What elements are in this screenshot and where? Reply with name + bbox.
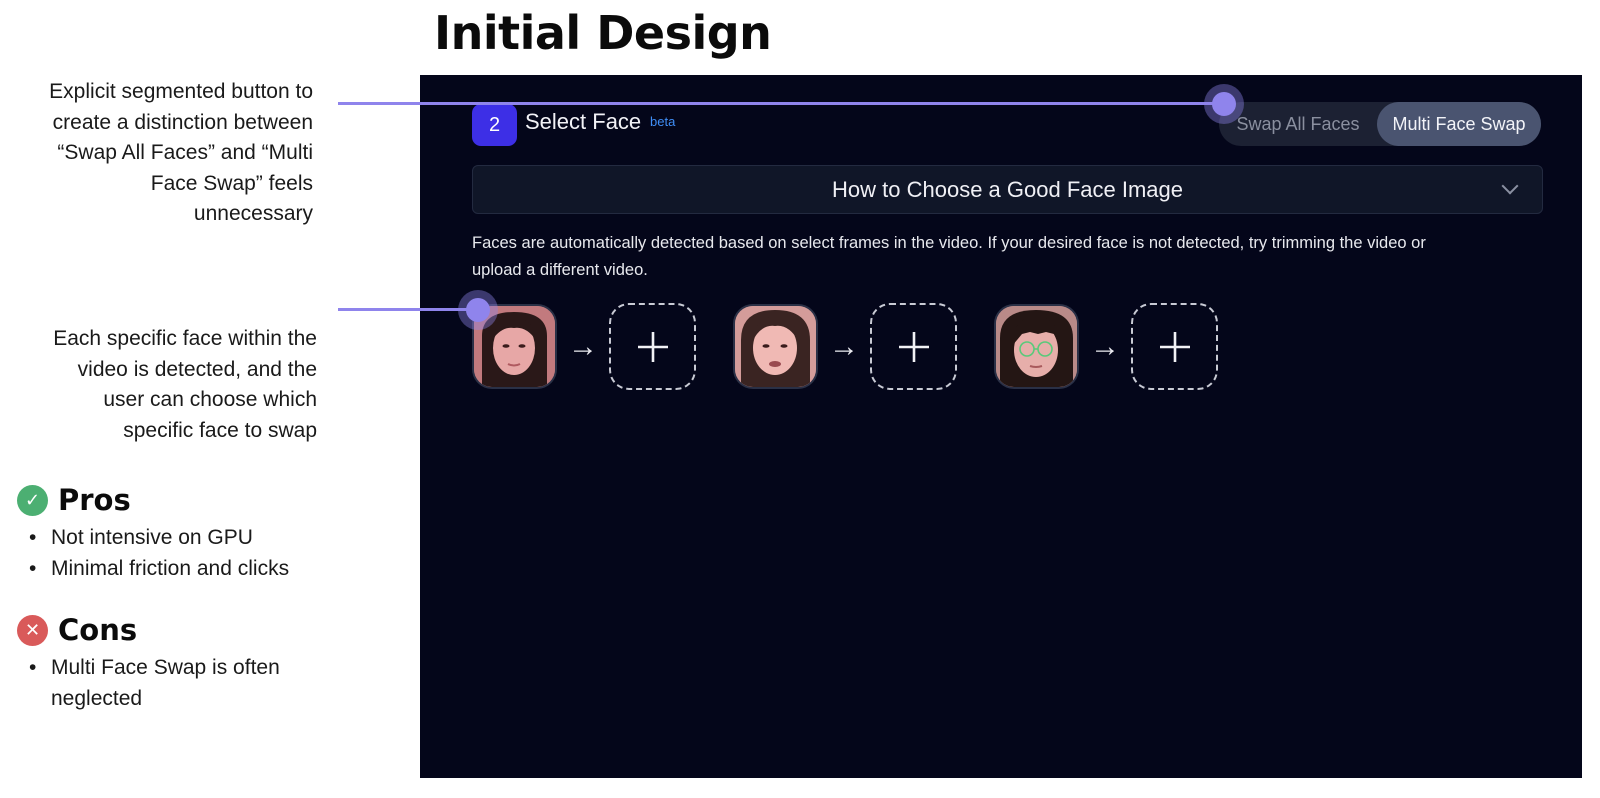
detected-face-thumbnail[interactable] <box>994 304 1079 389</box>
pros-title: Pros <box>58 483 131 517</box>
select-face-panel: 2 Select Face beta Swap All Faces Multi … <box>420 75 1582 778</box>
detected-faces-row: → → → <box>472 303 1255 390</box>
list-item: Multi Face Swap is oftenneglected <box>17 653 280 714</box>
swap-mode-segmented-control: Swap All Faces Multi Face Swap <box>1219 102 1541 146</box>
annotation-pointer-dot <box>1204 84 1244 124</box>
cons-list: Multi Face Swap is oftenneglected <box>17 653 280 714</box>
step-title: Select Face <box>525 109 642 134</box>
arrow-right-icon: → <box>829 329 859 363</box>
close-icon: ✕ <box>17 614 48 646</box>
detection-description: Faces are automatically detected based o… <box>472 234 1426 279</box>
arrow-right-icon: → <box>1090 329 1120 363</box>
list-item: Not intensive on GPU <box>17 523 289 554</box>
page-title: Initial Design <box>434 6 772 60</box>
detected-face-thumbnail[interactable] <box>733 304 818 389</box>
face-pair: → <box>733 303 957 390</box>
add-face-button[interactable] <box>609 303 696 390</box>
multi-face-swap-option[interactable]: Multi Face Swap <box>1377 102 1541 146</box>
step-number-badge: 2 <box>472 104 517 146</box>
accordion-title: How to Choose a Good Face Image <box>832 177 1183 202</box>
cons-title: Cons <box>58 613 138 647</box>
pros-list: Not intensive on GPU Minimal friction an… <box>17 523 289 584</box>
annotation-pointer-line <box>338 308 478 311</box>
cons-section: ✕ Cons Multi Face Swap is oftenneglected <box>17 613 280 714</box>
face-image-guide-accordion[interactable]: How to Choose a Good Face Image <box>472 165 1543 214</box>
annotation-faces: Each specific face within the video is d… <box>53 327 317 442</box>
annotation-pointer-line <box>338 102 1224 105</box>
plus-icon <box>1159 331 1190 362</box>
annotation-segmented: Explicit segmented button to create a di… <box>49 80 313 225</box>
check-icon: ✓ <box>17 484 48 516</box>
plus-icon <box>637 331 668 362</box>
list-item: Minimal friction and clicks <box>17 554 289 585</box>
beta-badge: beta <box>650 114 676 129</box>
face-pair: → <box>994 303 1218 390</box>
add-face-button[interactable] <box>870 303 957 390</box>
plus-icon <box>898 331 929 362</box>
face-pair: → <box>472 303 696 390</box>
pros-section: ✓ Pros Not intensive on GPU Minimal fric… <box>17 483 289 584</box>
arrow-right-icon: → <box>568 329 598 363</box>
add-face-button[interactable] <box>1131 303 1218 390</box>
annotation-pointer-dot <box>458 290 498 330</box>
